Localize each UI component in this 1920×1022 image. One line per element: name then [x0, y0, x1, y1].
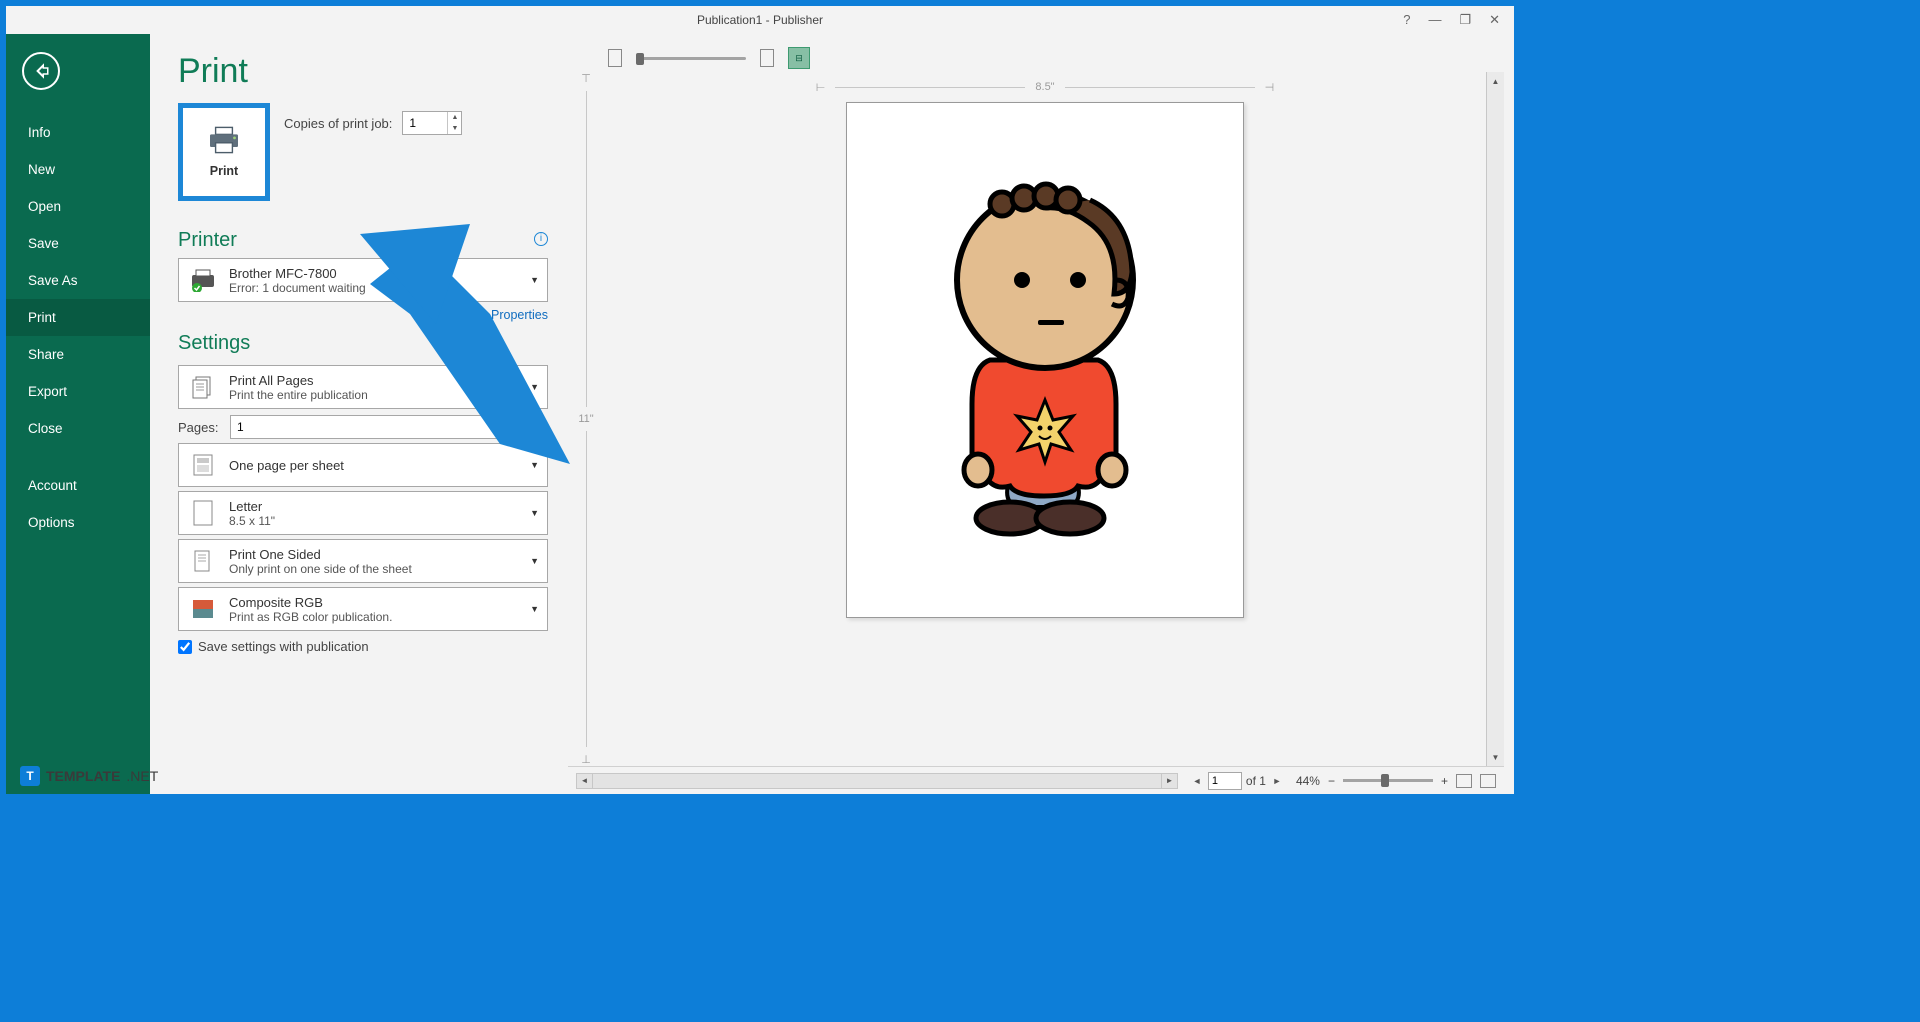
copies-label: Copies of print job: — [284, 116, 392, 131]
setting-layout[interactable]: One page per sheet ▼ — [178, 443, 548, 487]
titlebar: Publication1 - Publisher ? — ❐ ✕ — [6, 6, 1514, 34]
spinner-up-icon[interactable]: ▲ — [448, 112, 461, 123]
setting-color[interactable]: Composite RGB Print as RGB color publica… — [178, 587, 548, 631]
scroll-left-icon[interactable]: ◄ — [577, 774, 593, 788]
help-icon[interactable]: ? — [1403, 12, 1410, 28]
vertical-ruler: ⊤ 11" ⊥ — [568, 72, 604, 766]
sidebar-item-share[interactable]: Share — [6, 336, 150, 373]
minimize-icon[interactable]: — — [1428, 12, 1441, 28]
watermark: T TEMPLATE .NET — [20, 766, 158, 786]
zoom-out-icon[interactable]: − — [1328, 774, 1335, 788]
print-button[interactable]: Print — [178, 103, 270, 201]
color-icon — [187, 596, 219, 622]
copies-input[interactable] — [403, 112, 447, 134]
sidebar-item-export[interactable]: Export — [6, 373, 150, 410]
clipart-boy-icon — [930, 170, 1160, 550]
pages-icon — [187, 374, 219, 400]
spinner-down-icon[interactable]: ▼ — [448, 123, 461, 134]
zoom-slider[interactable] — [1343, 779, 1433, 782]
setting-print-pages[interactable]: Print All Pages Print the entire publica… — [178, 365, 548, 409]
close-icon[interactable]: ✕ — [1489, 12, 1500, 28]
setting-pages-sub: Print the entire publication — [229, 388, 539, 402]
setting-pages-title: Print All Pages — [229, 373, 539, 388]
save-settings-checkbox[interactable] — [178, 640, 192, 654]
printer-heading: Printer — [178, 229, 237, 252]
scroll-right-icon[interactable]: ► — [1161, 774, 1177, 788]
chevron-down-icon: ▼ — [530, 556, 539, 566]
chevron-down-icon: ▼ — [530, 460, 539, 470]
watermark-logo-icon: T — [20, 766, 40, 786]
sidebar-item-account[interactable]: Account — [6, 467, 150, 504]
sidebar-item-options[interactable]: Options — [6, 504, 150, 541]
multi-page-icon[interactable] — [1480, 774, 1496, 788]
setting-color-sub: Print as RGB color publication. — [229, 610, 539, 624]
restore-icon[interactable]: ❐ — [1459, 12, 1471, 28]
page-navigator: ◄ of 1 ► — [1190, 772, 1284, 790]
ruler-width-label: 8.5" — [1035, 81, 1054, 93]
printer-status: Error: 1 document waiting — [229, 281, 539, 295]
page-total-label: of 1 — [1246, 774, 1266, 788]
zoom-label: 44% — [1296, 774, 1320, 788]
save-settings-label: Save settings with publication — [198, 639, 369, 654]
page-thumb-icon[interactable] — [608, 49, 622, 67]
print-button-label: Print — [210, 164, 238, 178]
setting-color-title: Composite RGB — [229, 595, 539, 610]
print-preview-panel: ⊟ ⊤ 11" ⊥ ⊢ 8.5" ⊣ — [558, 34, 1514, 794]
page-title: Print — [178, 52, 548, 91]
copies-spinner[interactable]: ▲▼ — [402, 111, 462, 135]
setting-sides[interactable]: Print One Sided Only print on one side o… — [178, 539, 548, 583]
chevron-down-icon: ▼ — [530, 382, 539, 392]
page-next-icon[interactable]: ► — [1270, 776, 1284, 786]
info-icon[interactable]: i — [534, 420, 548, 434]
pages-input[interactable] — [230, 415, 524, 439]
page-prev-icon[interactable]: ◄ — [1190, 776, 1204, 786]
ruler-toggle[interactable]: ⊟ — [788, 47, 810, 69]
sidebar-item-close[interactable]: Close — [6, 410, 150, 447]
printer-status-icon — [187, 268, 219, 292]
sidebar-item-open[interactable]: Open — [6, 188, 150, 225]
setting-paper-size[interactable]: Letter 8.5 x 11" ▼ — [178, 491, 548, 535]
scroll-up-icon[interactable]: ▲ — [1487, 72, 1504, 90]
watermark-text1: TEMPLATE — [46, 768, 120, 784]
printer-select[interactable]: Brother MFC-7800 Error: 1 document waiti… — [178, 258, 548, 302]
pages-label: Pages: — [178, 420, 220, 435]
ruler-height-label: 11" — [578, 413, 593, 425]
fit-page-icon[interactable] — [1456, 774, 1472, 788]
setting-size-title: Letter — [229, 499, 539, 514]
layout-icon — [187, 452, 219, 478]
backstage-sidebar: Info New Open Save Save As Print Share E… — [6, 34, 150, 794]
paper-icon — [187, 499, 219, 527]
vertical-scrollbar[interactable]: ▲ ▼ — [1486, 72, 1504, 766]
chevron-down-icon: ▼ — [530, 604, 539, 614]
printer-properties-link[interactable]: Printer Properties — [178, 308, 548, 322]
sidebar-item-info[interactable]: Info — [6, 114, 150, 151]
setting-side-title: Print One Sided — [229, 547, 539, 562]
scroll-down-icon[interactable]: ▼ — [1487, 748, 1504, 766]
horizontal-scrollbar[interactable]: ◄ ► — [576, 773, 1178, 789]
sidebar-item-new[interactable]: New — [6, 151, 150, 188]
sidebar-item-saveas[interactable]: Save As — [6, 262, 150, 299]
sidebar-item-print[interactable]: Print — [6, 299, 150, 336]
setting-size-sub: 8.5 x 11" — [229, 514, 539, 528]
print-settings-panel: Print Print Copies of print job: — [150, 34, 558, 794]
settings-heading: Settings — [178, 332, 548, 355]
back-button[interactable] — [22, 52, 60, 90]
chevron-down-icon: ▼ — [530, 275, 539, 285]
page-preview — [846, 102, 1244, 618]
watermark-text2: .NET — [126, 768, 158, 784]
sides-icon — [187, 548, 219, 574]
zoom-in-icon[interactable]: + — [1441, 774, 1448, 788]
sidebar-item-save[interactable]: Save — [6, 225, 150, 262]
horizontal-ruler: ⊢ 8.5" ⊣ — [604, 72, 1486, 102]
info-icon[interactable]: i — [534, 232, 548, 246]
page-thumb-icon[interactable] — [760, 49, 774, 67]
chevron-down-icon: ▼ — [530, 508, 539, 518]
setting-layout-title: One page per sheet — [229, 458, 539, 473]
preview-size-slider[interactable] — [636, 57, 746, 60]
printer-name: Brother MFC-7800 — [229, 266, 539, 281]
window-title: Publication1 - Publisher — [697, 13, 823, 27]
page-current-input[interactable] — [1208, 772, 1242, 790]
printer-icon — [206, 126, 242, 154]
setting-side-sub: Only print on one side of the sheet — [229, 562, 539, 576]
